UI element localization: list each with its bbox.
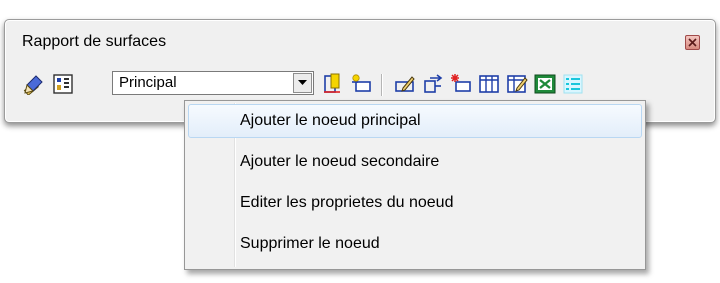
menu-item-add-main-node[interactable]: Ajouter le noeud principal bbox=[188, 104, 642, 138]
menu-item-add-sub-node[interactable]: Ajouter le noeud secondaire bbox=[188, 145, 642, 179]
move-node-icon[interactable] bbox=[421, 72, 445, 96]
window-title: Rapport de surfaces bbox=[22, 33, 167, 50]
add-sub-node-icon[interactable] bbox=[349, 72, 373, 96]
context-menu: Ajouter le noeud principal Ajouter le no… bbox=[184, 100, 646, 270]
menu-item-label: Ajouter le noeud principal bbox=[240, 112, 421, 129]
toolbar: Principal bbox=[5, 68, 715, 100]
grid-view-icon[interactable] bbox=[51, 72, 75, 96]
edit-table-icon[interactable] bbox=[505, 72, 529, 96]
surface-tool-icon[interactable] bbox=[22, 72, 46, 96]
menu-item-label: Supprimer le noeud bbox=[240, 235, 380, 252]
menu-item-edit-node-properties[interactable]: Editer les proprietes du noeud bbox=[188, 186, 642, 220]
combo-value: Principal bbox=[119, 74, 177, 91]
edit-node-icon[interactable] bbox=[393, 72, 417, 96]
menu-item-label: Editer les proprietes du noeud bbox=[240, 194, 454, 211]
excel-export-icon[interactable] bbox=[533, 72, 557, 96]
dropdown-arrow-icon[interactable] bbox=[293, 73, 312, 93]
table-columns-icon[interactable] bbox=[477, 72, 501, 96]
add-main-node-icon[interactable] bbox=[321, 72, 345, 96]
node-combo[interactable]: Principal bbox=[112, 71, 314, 95]
menu-item-delete-node[interactable]: Supprimer le noeud bbox=[188, 227, 642, 261]
delete-node-icon[interactable] bbox=[449, 72, 473, 96]
list-report-icon[interactable] bbox=[561, 72, 585, 96]
close-icon[interactable] bbox=[685, 35, 700, 50]
menu-item-label: Ajouter le noeud secondaire bbox=[240, 153, 440, 170]
toolbar-separator bbox=[381, 74, 382, 96]
